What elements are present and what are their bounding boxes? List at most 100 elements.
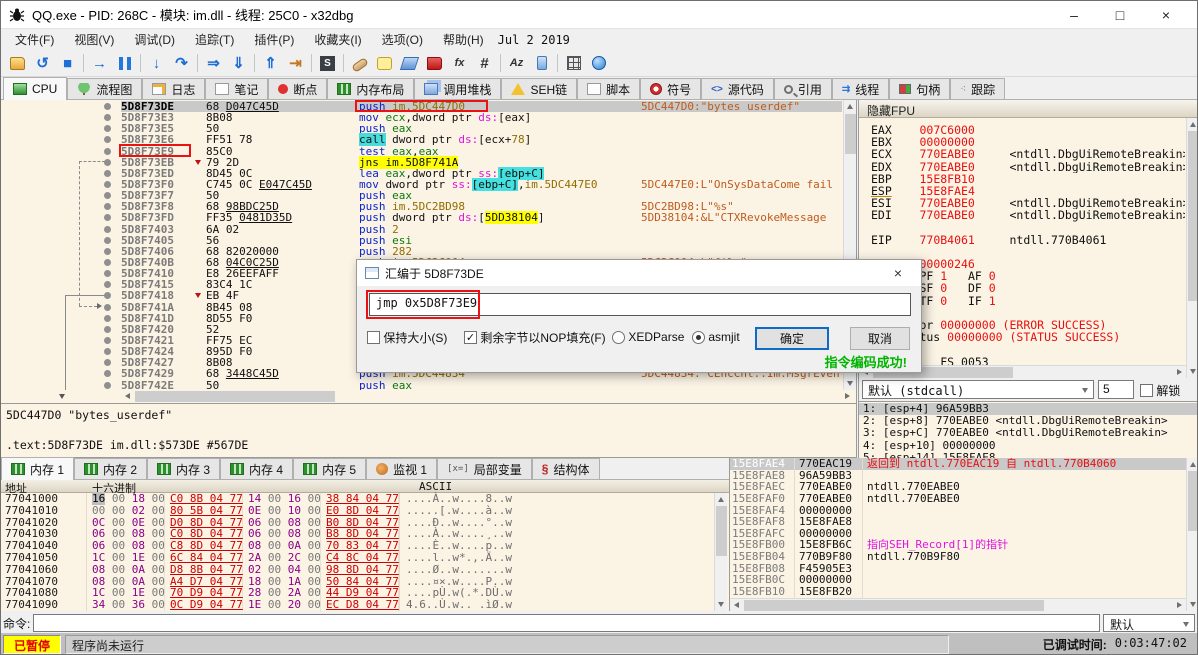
close-button[interactable]: × xyxy=(1143,1,1189,28)
restart-icon[interactable]: ↺ xyxy=(30,52,55,75)
tab-局部变量[interactable]: [x=] 局部变量 xyxy=(437,458,532,479)
run-icon[interactable]: → xyxy=(87,52,112,75)
tab-句柄[interactable]: 句柄 xyxy=(889,78,951,99)
nop-fill-checkbox[interactable]: ✓ 剩余字节以NOP填充(F) xyxy=(464,327,606,347)
argument-list[interactable]: 1: [esp+4] 96A59BB3 2: [esp+8] 770EABE0 <… xyxy=(859,401,1197,463)
breakpoint-dot-icon[interactable] xyxy=(1,380,121,390)
hash-icon[interactable]: # xyxy=(472,52,497,75)
unlock-checkbox[interactable]: 解锁 xyxy=(1140,382,1180,399)
tab-结构体[interactable]: § 结构体 xyxy=(531,458,600,479)
tab-源代码[interactable]: <> 源代码 xyxy=(701,78,774,99)
ok-button[interactable]: 确定 xyxy=(755,327,829,350)
dump-vscrollbar[interactable] xyxy=(714,493,727,611)
pause-icon[interactable] xyxy=(112,52,137,75)
breakpoint-dot-icon[interactable] xyxy=(1,268,121,279)
tab-内存 1[interactable]: 内存 1 xyxy=(1,457,75,480)
tab-内存 2[interactable]: 内存 2 xyxy=(74,458,148,479)
breakpoint-dot-icon[interactable] xyxy=(1,112,121,123)
breakpoint-dot-icon[interactable] xyxy=(1,224,121,235)
breakpoint-dot-icon[interactable] xyxy=(1,302,121,313)
xedparse-radio[interactable]: XEDParse xyxy=(612,327,684,347)
dialog-close-icon[interactable]: × xyxy=(883,265,913,281)
tab-线程[interactable]: ⇉ 线程 xyxy=(831,78,890,99)
tab-笔记[interactable]: 笔记 xyxy=(205,78,269,99)
stack-hscrollbar[interactable] xyxy=(730,598,1186,611)
breakpoint-dot-icon[interactable] xyxy=(1,235,121,246)
stack-panel[interactable]: 15E8FAE4 770EAC19 返回到 ntdll.770EAC19 自 ntd… xyxy=(729,458,1197,611)
register-row[interactable]: EDX 770EABE0 <ntdll.DbgUiRemoteBreakin> xyxy=(871,161,1185,173)
breakpoint-dot-icon[interactable] xyxy=(1,246,121,257)
open-file-icon[interactable] xyxy=(5,52,30,75)
tab-脚本[interactable]: 脚本 xyxy=(577,78,641,99)
breakpoint-dot-icon[interactable] xyxy=(1,101,121,112)
calling-convention-select[interactable]: 默认 (stdcall) xyxy=(862,380,1094,399)
register-row[interactable]: EAX 007C6000 xyxy=(871,124,1185,136)
menu-item[interactable]: 帮助(H) xyxy=(433,31,494,49)
breakpoint-dot-icon[interactable] xyxy=(1,346,121,357)
breakpoint-dot-icon[interactable] xyxy=(1,146,121,157)
run-to-user-code-icon[interactable]: ⇑ xyxy=(258,52,283,75)
step-over-icon[interactable]: ↷ xyxy=(169,52,194,75)
breakpoint-dot-icon[interactable] xyxy=(1,279,121,290)
step-out-icon[interactable]: ⇓ xyxy=(226,52,251,75)
breakpoint-dot-icon[interactable] xyxy=(1,201,121,212)
profile-select[interactable]: 默认 xyxy=(1103,614,1195,632)
tab-调用堆栈[interactable]: 调用堆栈 xyxy=(414,78,502,99)
breakpoint-dot-icon[interactable] xyxy=(1,324,121,335)
menu-item[interactable]: 插件(P) xyxy=(244,31,304,49)
register-row[interactable]: ESI 770EABE0 <ntdll.DbgUiRemoteBreakin> xyxy=(871,197,1185,209)
labels-icon[interactable] xyxy=(397,52,422,75)
calculator-icon[interactable] xyxy=(561,52,586,75)
menu-item[interactable]: 文件(F) xyxy=(5,31,64,49)
stack-row[interactable]: 15E8FB10 15E8FB20 xyxy=(730,586,1197,598)
register-row[interactable]: ESP 15E8FAE4 xyxy=(871,185,1185,197)
breakpoints-icon[interactable] xyxy=(422,52,447,75)
breakpoint-dot-icon[interactable] xyxy=(1,313,121,324)
dump-row[interactable]: 77041090 34 00 36 00 0C D9 04 77 1E 00 20 0… xyxy=(1,599,729,611)
menu-item[interactable]: 追踪(T) xyxy=(185,31,244,49)
menu-item[interactable]: 视图(V) xyxy=(64,31,124,49)
tab-日志[interactable]: 日志 xyxy=(142,78,206,99)
assembly-input[interactable]: jmp 0x5D8F73E9 xyxy=(369,293,911,316)
breakpoint-dot-icon[interactable] xyxy=(1,357,121,368)
breakpoint-dot-icon[interactable] xyxy=(1,190,121,201)
tab-监视 1[interactable]: 监视 1 xyxy=(366,458,438,479)
breakpoint-dot-icon[interactable] xyxy=(1,257,121,268)
register-row[interactable]: EBX 00000000 xyxy=(871,136,1185,148)
cancel-button[interactable]: 取消 xyxy=(850,327,910,350)
memory-dump-panel[interactable]: 地址 十六进制 ASCII 77041000 16 00 18 00 C0 8B 0… xyxy=(1,480,729,611)
stack-row[interactable]: 15E8FAF0 770EABE0 ntdll.770EABE0 xyxy=(730,493,1197,505)
register-row[interactable]: EDI 770EABE0 <ntdll.DbgUiRemoteBreakin> xyxy=(871,209,1185,221)
stack-row[interactable]: 15E8FAE4 770EAC19 返回到 ntdll.770EAC19 自 ntd… xyxy=(730,458,1197,470)
breakpoint-dot-icon[interactable] xyxy=(1,368,121,379)
tab-内存布局[interactable]: 内存布局 xyxy=(327,78,415,99)
breakpoint-dot-icon[interactable] xyxy=(1,123,121,134)
step-into-icon[interactable]: ↓ xyxy=(144,52,169,75)
settings-s-icon[interactable]: S xyxy=(315,52,340,75)
tab-引用[interactable]: 引用 xyxy=(773,78,832,99)
register-row[interactable]: EBP 15E8FB10 xyxy=(871,173,1185,185)
argument-row[interactable]: 3: [esp+C] 770EABE0 <ntdll.DbgUiRemoteBr… xyxy=(859,427,1197,439)
breakpoint-dot-icon[interactable] xyxy=(1,335,121,346)
breakpoint-dot-icon[interactable] xyxy=(1,157,121,168)
phone-icon[interactable] xyxy=(529,52,554,75)
disasm-row[interactable]: 5D8F73FD FF35 0481D35D push dword ptr ds:[… xyxy=(1,211,842,225)
tab-内存 5[interactable]: 内存 5 xyxy=(293,458,367,479)
menu-item[interactable]: 调试(D) xyxy=(124,31,185,49)
globe-icon[interactable] xyxy=(586,52,611,75)
argument-count-stepper[interactable]: 5 xyxy=(1098,380,1134,399)
hide-fpu-header[interactable]: 隐藏FPU xyxy=(859,100,1197,118)
tab-SEH链[interactable]: SEH链 xyxy=(501,78,578,99)
disasm-row[interactable]: 5D8F742E 50 push eax xyxy=(1,379,842,390)
tab-CPU[interactable]: CPU xyxy=(3,77,68,100)
tab-内存 4[interactable]: 内存 4 xyxy=(220,458,294,479)
disassembly-hscrollbar[interactable] xyxy=(1,390,857,403)
register-row[interactable]: ECX 770EABE0 <ntdll.DbgUiRemoteBreakin> xyxy=(871,148,1185,160)
argument-row[interactable]: 4: [esp+10] 00000000 xyxy=(859,439,1197,452)
menu-item[interactable]: 收藏夹(I) xyxy=(304,31,371,49)
tab-断点[interactable]: 断点 xyxy=(268,78,328,99)
breakpoint-dot-icon[interactable] xyxy=(1,179,121,190)
breakpoint-dot-icon[interactable] xyxy=(1,134,121,145)
stop-icon[interactable]: ■ xyxy=(55,52,80,75)
tab-跟踪[interactable]: ⁖ 跟踪 xyxy=(950,78,1006,99)
